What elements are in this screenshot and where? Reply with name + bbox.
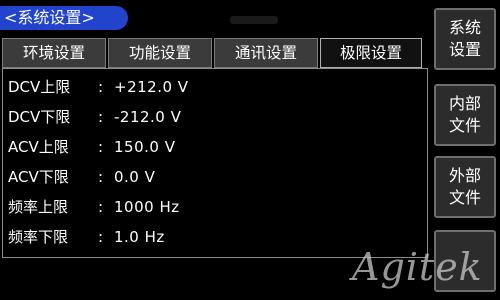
separator: :: [98, 138, 104, 156]
tab-bar: 环境设置 功能设置 通讯设置 极限设置: [2, 38, 428, 68]
setting-label: ACV上限: [8, 138, 69, 156]
setting-row-frequency-upper[interactable]: 频率上限:1000 Hz: [8, 193, 180, 221]
instrument-screen: <系统设置> 环境设置 功能设置 通讯设置 极限设置 DCV上限: +212.0 …: [0, 0, 500, 300]
button-label-line2: 文件: [448, 188, 481, 207]
setting-label: 频率上限: [8, 198, 69, 216]
setting-row-dcv-lower[interactable]: DCV下限: -212.0 V: [8, 103, 181, 131]
setting-label: ACV下限: [8, 168, 69, 186]
internal-file-button[interactable]: 内部 文件: [434, 84, 496, 146]
separator: :: [98, 168, 104, 186]
setting-row-acv-lower[interactable]: ACV下限:0.0 V: [8, 163, 155, 191]
blank-softkey-button[interactable]: [434, 230, 496, 292]
button-label-line1: 内部: [448, 94, 481, 113]
system-settings-button[interactable]: 系统 设置: [434, 8, 496, 70]
setting-value: 1000 Hz: [114, 198, 180, 216]
external-file-button[interactable]: 外部 文件: [434, 156, 496, 218]
setting-label: 频率下限: [8, 228, 69, 246]
top-indicator: [230, 16, 278, 24]
button-label-line1: 外部: [448, 166, 481, 185]
tab-function-settings[interactable]: 功能设置: [108, 38, 212, 68]
separator: :: [98, 108, 104, 126]
setting-value: -212.0 V: [114, 108, 182, 126]
tab-limit-settings[interactable]: 极限设置: [320, 38, 422, 68]
separator: :: [98, 228, 104, 246]
button-label-line1: 系统: [448, 18, 481, 37]
setting-value: 0.0 V: [114, 168, 156, 186]
button-label-line2: 设置: [448, 40, 481, 59]
bottom-area: [0, 258, 430, 300]
setting-value: 150.0 V: [114, 138, 176, 156]
button-label-line2: 文件: [448, 116, 481, 135]
setting-value: 1.0 Hz: [114, 228, 165, 246]
setting-value: +212.0 V: [114, 78, 189, 96]
page-title: <系统设置>: [0, 6, 128, 30]
tab-environment-settings[interactable]: 环境设置: [2, 38, 106, 68]
limit-settings-panel: DCV上限: +212.0 V DCV下限: -212.0 V ACV上限:150.…: [2, 68, 428, 258]
setting-row-acv-upper[interactable]: ACV上限:150.0 V: [8, 133, 175, 161]
setting-label: DCV上限: [8, 78, 71, 96]
setting-row-dcv-upper[interactable]: DCV上限: +212.0 V: [8, 73, 189, 101]
tab-communication-settings[interactable]: 通讯设置: [214, 38, 318, 68]
separator: :: [98, 78, 104, 96]
setting-row-frequency-lower[interactable]: 频率下限:1.0 Hz: [8, 223, 165, 251]
separator: :: [98, 198, 104, 216]
setting-label: DCV下限: [8, 108, 71, 126]
